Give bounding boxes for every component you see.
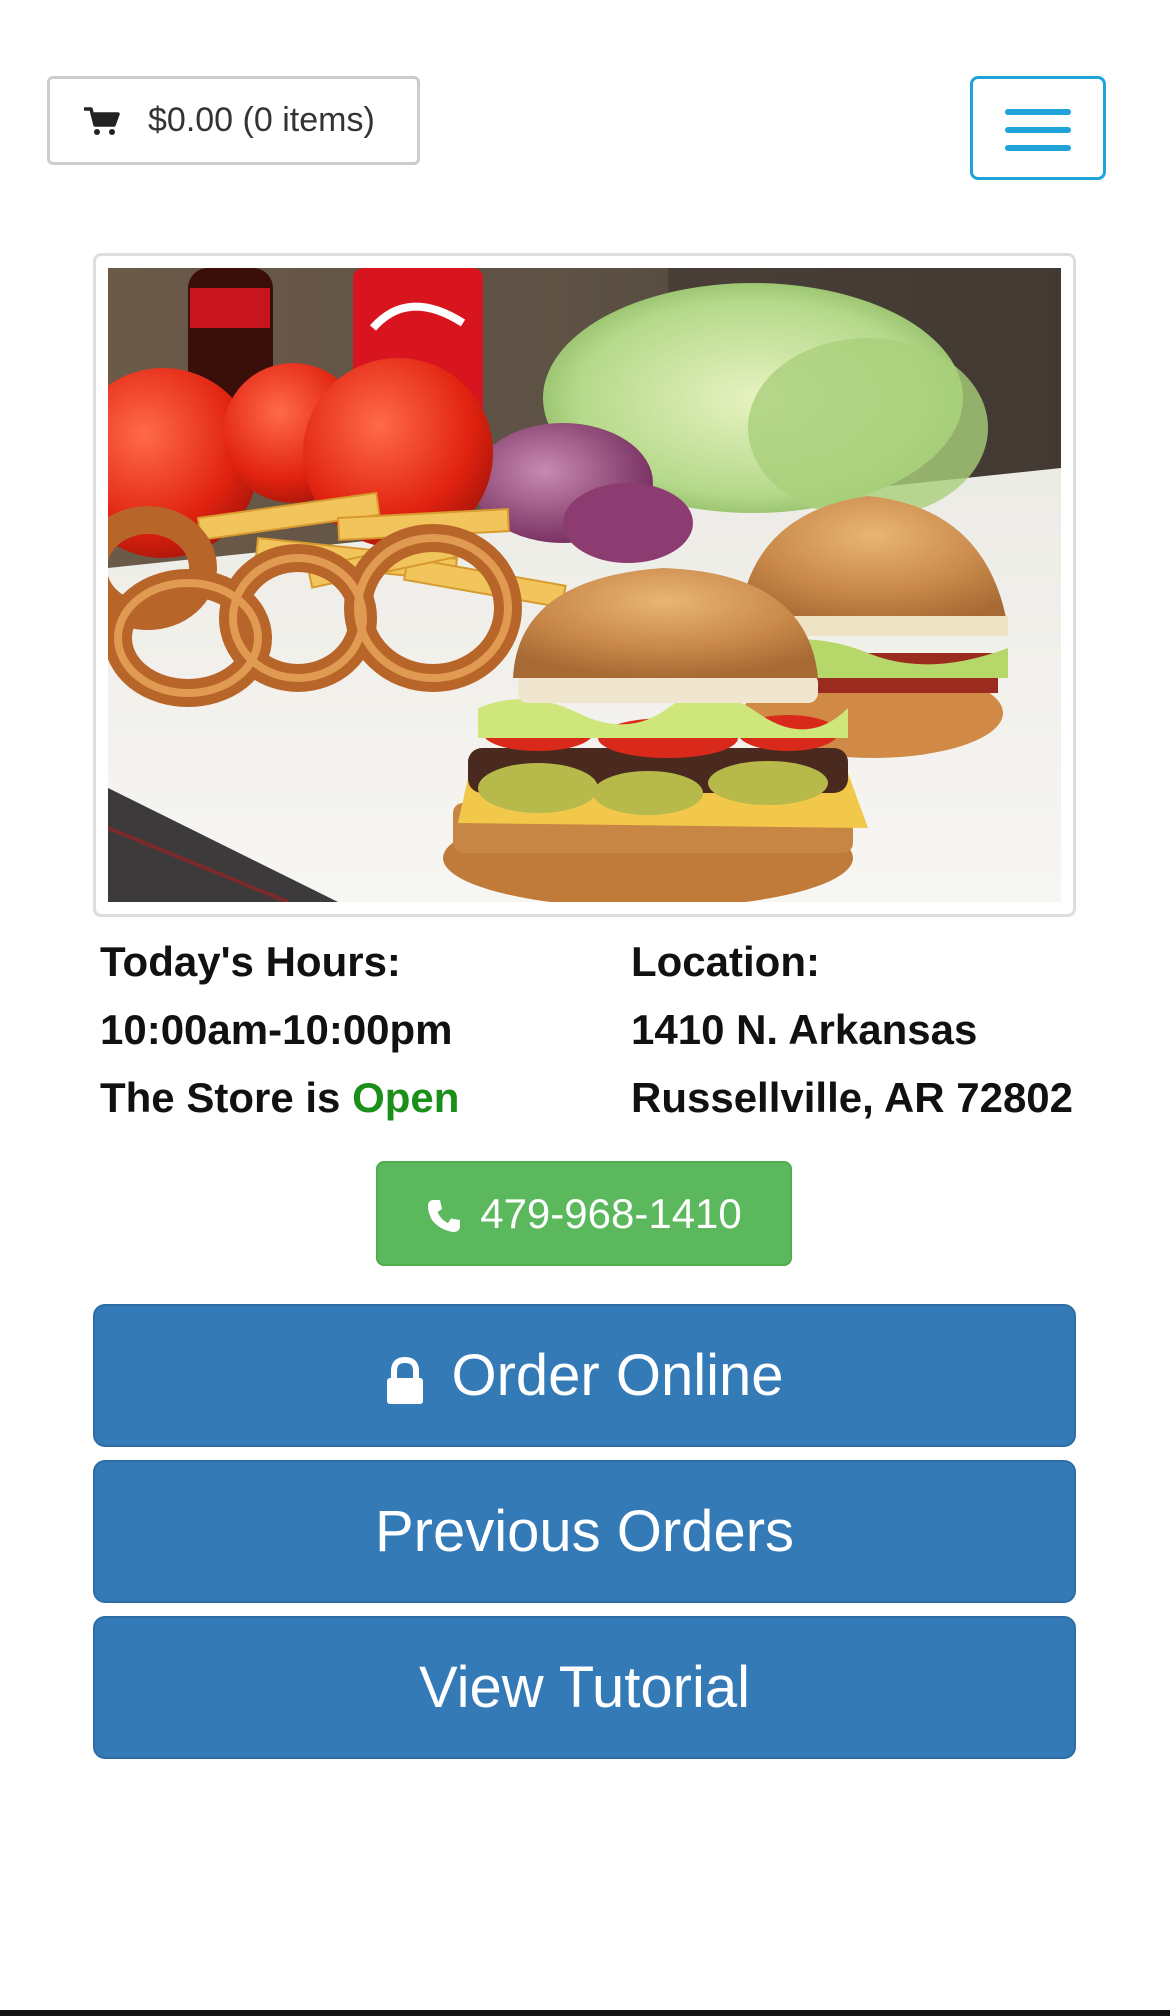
- location-heading: Location:: [631, 938, 820, 985]
- lock-icon: [385, 1352, 425, 1404]
- burgers-fries-photo: [108, 268, 1061, 902]
- hours-block: Today's Hours: 10:00am-10:00pm The Store…: [100, 928, 620, 1132]
- store-status-prefix: The Store is: [100, 1074, 341, 1121]
- location-block: Location: 1410 N. Arkansas Russellville,…: [631, 928, 1101, 1132]
- order-online-label: Order Online: [451, 1343, 784, 1408]
- cart-button[interactable]: $0.00 (0 items): [47, 76, 420, 165]
- phone-icon: [426, 1196, 462, 1232]
- store-status-badge: Open: [352, 1074, 460, 1121]
- cart-summary: $0.00 (0 items): [148, 101, 375, 139]
- order-online-button[interactable]: Order Online: [93, 1304, 1076, 1447]
- previous-orders-button[interactable]: Previous Orders: [93, 1460, 1076, 1603]
- hours-value: 10:00am-10:00pm: [100, 1006, 453, 1053]
- store-status: The Store is Open: [100, 1064, 620, 1132]
- hours-heading: Today's Hours:: [100, 938, 401, 985]
- call-phone-button[interactable]: 479-968-1410: [376, 1161, 792, 1266]
- location-street: 1410 N. Arkansas: [631, 1006, 978, 1053]
- hero-image-frame: [93, 253, 1076, 917]
- shopping-cart-icon: [83, 106, 120, 136]
- menu-toggle-button[interactable]: [970, 76, 1106, 180]
- location-city: Russellville, AR 72802: [631, 1074, 1074, 1121]
- previous-orders-label: Previous Orders: [374, 1499, 795, 1564]
- screen-bottom-edge: [0, 2010, 1170, 2016]
- view-tutorial-button[interactable]: View Tutorial: [93, 1616, 1076, 1759]
- view-tutorial-label: View Tutorial: [419, 1655, 750, 1720]
- phone-number: 479-968-1410: [480, 1189, 742, 1237]
